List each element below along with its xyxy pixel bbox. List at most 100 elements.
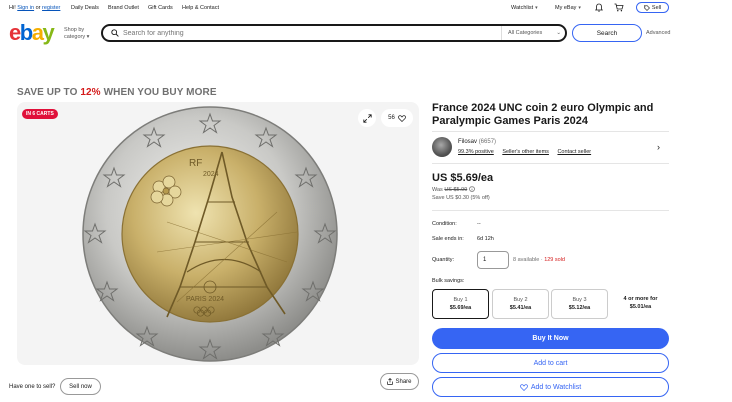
brand-outlet-link[interactable]: Brand Outlet xyxy=(108,5,139,11)
search-bar: All Categories ⌄ xyxy=(101,24,567,42)
sell-button[interactable]: Sell xyxy=(636,2,669,13)
bulk-option-4-plus[interactable]: 4 or more for $5.01/ea xyxy=(612,295,669,311)
promo-banner: SAVE UP TO 12% WHEN YOU BUY MORE xyxy=(17,87,217,98)
register-link[interactable]: register xyxy=(42,5,60,11)
greeting-text: Hi! xyxy=(9,5,16,11)
bulk-qty: Buy 3 xyxy=(572,297,587,303)
category-select[interactable]: All Categories ⌄ xyxy=(501,26,565,40)
daily-deals-link[interactable]: Daily Deals xyxy=(71,5,99,11)
search-button[interactable]: Search xyxy=(572,24,642,42)
expand-icon xyxy=(362,113,372,123)
help-contact-link[interactable]: Help & Contact xyxy=(182,5,219,11)
cart-icon[interactable] xyxy=(614,3,624,12)
share-label: Share xyxy=(395,378,412,385)
seller-avatar[interactable] xyxy=(432,137,452,157)
seller-positive-link[interactable]: 99.3% positive xyxy=(458,149,494,155)
chevron-right-icon[interactable]: › xyxy=(657,142,660,152)
item-title: France 2024 UNC coin 2 euro Olympic and … xyxy=(432,102,654,127)
divider xyxy=(432,163,669,164)
bulk-price: $5.01/ea xyxy=(629,304,652,310)
was-price-value: US $5.99 xyxy=(444,187,468,193)
was-label: Was xyxy=(432,187,443,193)
chevron-down-icon: ⌄ xyxy=(556,30,561,36)
add-to-watchlist-label: Add to Watchlist xyxy=(530,383,582,391)
carts-badge: IN 6 CARTS xyxy=(22,109,58,119)
promo-suffix: WHEN YOU BUY MORE xyxy=(103,87,217,98)
available-count: 8 available xyxy=(513,257,540,263)
seller-info[interactable]: Filosav (6657) xyxy=(458,139,496,145)
item-image-gallery[interactable]: RF 2024 PARIS 2024 IN 6 CARTS 56 xyxy=(17,102,419,365)
quantity-label: Quantity: xyxy=(432,257,455,263)
was-price: Was US $5.99 xyxy=(432,186,475,193)
divider xyxy=(432,131,669,132)
heart-icon xyxy=(519,383,528,391)
availability: 8 available · 129 sold xyxy=(513,257,565,263)
heart-icon xyxy=(397,114,406,122)
chevron-down-icon: ▾ xyxy=(535,5,538,11)
seller-other-items-link[interactable]: Seller's other items xyxy=(502,149,549,155)
buy-it-now-button[interactable]: Buy It Now xyxy=(432,328,669,349)
category-label: category xyxy=(64,34,86,40)
bulk-price: $5.41/ea xyxy=(509,305,532,311)
share-button[interactable]: Share xyxy=(380,373,419,390)
bulk-qty: 4 or more for xyxy=(623,296,658,302)
bulk-price: $5.69/ea xyxy=(449,305,472,311)
tag-icon xyxy=(644,4,650,11)
add-to-cart-button[interactable]: Add to cart xyxy=(432,353,669,373)
bulk-qty: Buy 1 xyxy=(453,297,468,303)
expand-image-button[interactable] xyxy=(358,109,376,127)
info-icon[interactable] xyxy=(468,186,475,192)
watchlist-label: Watchlist xyxy=(511,5,534,11)
watch-count: 56 xyxy=(388,115,395,121)
watchlist-menu[interactable]: Watchlist ▾ xyxy=(511,5,538,11)
ebay-logo[interactable]: ebay xyxy=(9,20,55,46)
bulk-option-buy-2[interactable]: Buy 2 $5.41/ea xyxy=(492,289,549,319)
promo-percent: 12% xyxy=(80,87,101,98)
search-input[interactable] xyxy=(123,28,493,39)
have-one-to-sell-text: Have one to sell? xyxy=(9,384,56,390)
coin-year-text: 2024 xyxy=(203,171,219,178)
coin-country-text: RF xyxy=(189,158,202,169)
sell-now-button[interactable]: Sell now xyxy=(60,378,101,395)
condition-value: -- xyxy=(477,221,481,227)
contact-seller-link[interactable]: Contact seller xyxy=(557,149,591,155)
category-select-label: All Categories xyxy=(508,30,543,36)
greeting: Hi! Sign in or register xyxy=(9,5,60,11)
share-icon xyxy=(387,378,394,385)
shop-by-label: Shop by xyxy=(64,27,85,33)
top-utility-bar: Hi! Sign in or register Daily Deals Bran… xyxy=(0,0,732,16)
condition-label: Condition: xyxy=(432,221,457,227)
chevron-down-icon: ▾ xyxy=(86,34,90,40)
gift-cards-link[interactable]: Gift Cards xyxy=(148,5,173,11)
my-ebay-label: My eBay xyxy=(555,5,577,11)
my-ebay-menu[interactable]: My eBay ▾ xyxy=(555,5,581,11)
search-icon xyxy=(111,29,119,37)
advanced-search-link[interactable]: Advanced xyxy=(646,30,670,36)
savings-text: Save US $0.30 (5% off) xyxy=(432,195,490,201)
bulk-savings-label: Bulk savings: xyxy=(432,278,465,284)
bulk-option-buy-1[interactable]: Buy 1 $5.69/ea xyxy=(432,289,489,319)
coin-image: RF 2024 PARIS 2024 xyxy=(82,106,338,362)
sign-in-link[interactable]: Sign in xyxy=(17,5,34,11)
chevron-down-icon: ▾ xyxy=(578,5,581,11)
sell-label: Sell xyxy=(651,4,662,11)
promo-prefix: SAVE UP TO xyxy=(17,87,78,98)
or-text: or xyxy=(35,5,41,11)
shop-by-category-button[interactable]: Shop by category ▾ xyxy=(64,27,89,41)
divider xyxy=(432,210,669,211)
bulk-option-buy-3[interactable]: Buy 3 $5.12/ea xyxy=(551,289,608,319)
bell-icon[interactable] xyxy=(595,3,603,12)
sale-ends-value: 6d 12h xyxy=(477,236,494,242)
quantity-input[interactable]: 1 xyxy=(477,251,509,269)
bulk-price: $5.12/ea xyxy=(568,305,591,311)
seller-links: 99.3% positive Seller's other items Cont… xyxy=(458,149,598,155)
seller-name[interactable]: Filosav xyxy=(458,139,477,145)
sale-ends-label: Sale ends in: xyxy=(432,236,464,242)
bulk-qty: Buy 2 xyxy=(513,297,528,303)
coin-paris-text: PARIS 2024 xyxy=(186,296,224,303)
seller-feedback-count: (6657) xyxy=(478,139,497,145)
item-price: US $5.69/ea xyxy=(432,172,494,184)
watch-count-button[interactable]: 56 xyxy=(381,109,413,127)
add-to-watchlist-button[interactable]: Add to Watchlist xyxy=(432,377,669,397)
sold-count: 129 sold xyxy=(544,257,565,263)
